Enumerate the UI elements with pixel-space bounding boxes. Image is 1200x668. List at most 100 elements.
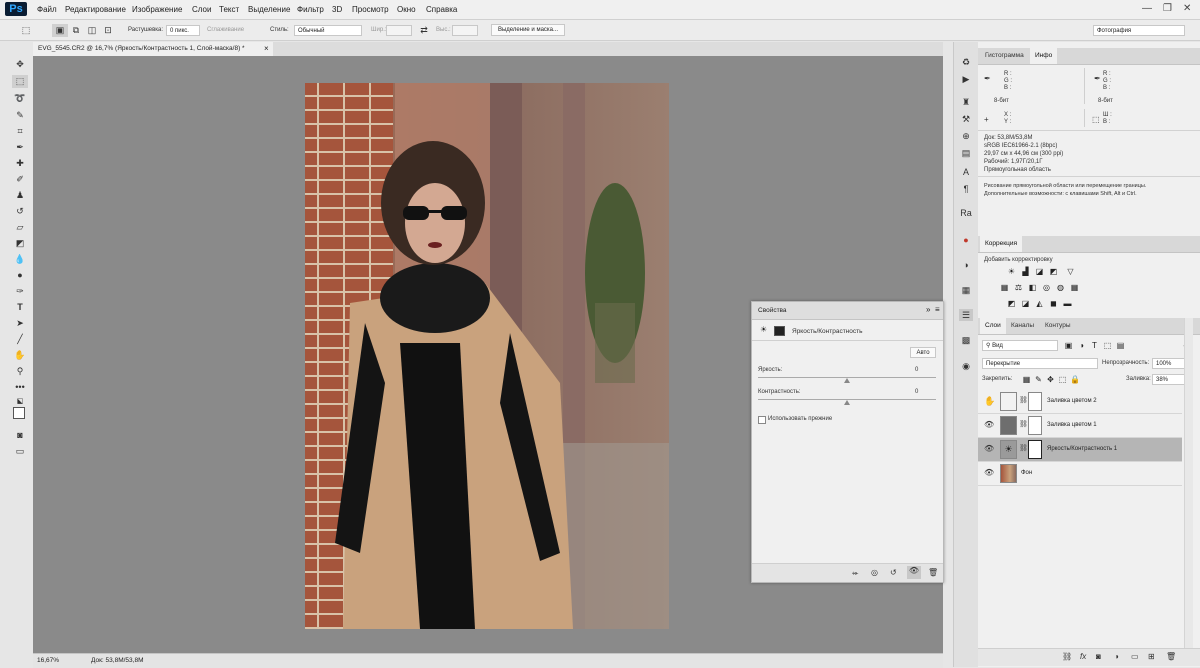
restore-button[interactable]: ❐ — [1163, 3, 1172, 14]
layer-filter-select[interactable]: ⚲ Вид — [982, 340, 1058, 351]
hue-saturation-icon[interactable]: ▦ — [1000, 283, 1009, 292]
new-layer-icon[interactable]: ⊞ — [1148, 652, 1155, 661]
crop-tool-icon[interactable]: ⌗ — [12, 125, 28, 138]
tab-layers[interactable]: Слои — [980, 318, 1006, 334]
filter-shape-icon[interactable]: ⬚ — [1103, 341, 1112, 350]
rect-marquee-tool-icon[interactable]: ⬚ — [12, 75, 28, 88]
intersect-selection-icon[interactable]: ⊡ — [100, 24, 116, 37]
exposure-icon[interactable]: ◩ — [1049, 267, 1058, 276]
type-tool-icon[interactable]: T — [12, 301, 28, 314]
collapse-panel-icon[interactable]: » — [926, 305, 930, 314]
menu-layers[interactable]: Слои — [192, 5, 211, 14]
menu-image[interactable]: Изображение — [132, 5, 182, 14]
menu-filter[interactable]: Фильтр — [297, 5, 324, 14]
layer-mask-icon[interactable] — [774, 326, 785, 336]
history-icon[interactable]: ♻ — [959, 56, 973, 68]
layer-row[interactable]: 👁 ⛓ Заливка цветом 1 — [978, 414, 1182, 438]
new-selection-icon[interactable]: ▣ — [52, 24, 68, 37]
menu-text[interactable]: Текст — [219, 5, 239, 14]
subtract-selection-icon[interactable]: ◫ — [84, 24, 100, 37]
document-tab[interactable]: EVG_5545.CR2 @ 16,7% (Яркость/Контрастно… — [33, 42, 273, 56]
reset-icon[interactable]: ↺ — [890, 568, 897, 577]
new-adjustment-icon[interactable]: ◑ — [1114, 652, 1119, 661]
foreground-color-swatch[interactable] — [13, 407, 25, 419]
legacy-checkbox[interactable] — [758, 416, 766, 424]
line-tool-icon[interactable]: ╱ — [12, 333, 28, 346]
menu-edit[interactable]: Редактирование — [65, 5, 126, 14]
hand-tool-icon[interactable]: ✋ — [12, 349, 28, 362]
blur-tool-icon[interactable]: 💧 — [12, 253, 28, 266]
clip-to-layer-icon[interactable]: ⬰ — [852, 568, 858, 578]
vibrance-icon[interactable]: ▽ — [1066, 267, 1075, 276]
menu-window[interactable]: Окно — [397, 5, 416, 14]
lock-transparent-icon[interactable]: ▦ — [1022, 375, 1031, 384]
tool-presets-icon[interactable]: ♜ — [959, 96, 973, 108]
tab-info[interactable]: Инфо — [1030, 48, 1058, 64]
fill-input[interactable]: 38% — [1152, 374, 1186, 385]
eye-icon[interactable]: 👁 — [984, 420, 994, 429]
eye-icon[interactable]: 👁 — [984, 444, 994, 453]
close-window-button[interactable]: ✕ — [1183, 3, 1191, 14]
filter-type-icon[interactable]: T — [1090, 341, 1099, 350]
opacity-input[interactable]: 100% — [1152, 358, 1186, 369]
blend-mode-select[interactable]: Перекрытие — [982, 358, 1098, 369]
link-icon[interactable]: ⛓ — [1019, 396, 1028, 404]
layer-row[interactable]: ✋ ⛓ Заливка цветом 2 — [978, 390, 1182, 414]
tab-histogram[interactable]: Гистограмма — [980, 48, 1029, 64]
layer-mask-thumbnail[interactable] — [1028, 416, 1042, 435]
eye-icon[interactable]: 👁 — [984, 468, 994, 477]
brightness-contrast-icon[interactable]: ☀ — [1007, 267, 1016, 276]
marquee-preset-icon[interactable]: ⬚ — [18, 24, 34, 37]
color-icon[interactable]: ● — [959, 234, 973, 246]
contrast-slider-thumb[interactable] — [844, 400, 850, 405]
brightness-slider-thumb[interactable] — [844, 378, 850, 383]
workspace-select[interactable]: Фотография — [1093, 25, 1185, 36]
levels-icon[interactable]: ▟ — [1021, 267, 1030, 276]
swatches-icon[interactable]: ▤ — [959, 147, 973, 159]
filter-adjustment-icon[interactable]: ◑ — [1077, 341, 1086, 350]
link-layers-icon[interactable]: ⛓ — [1062, 652, 1072, 661]
brightness-value[interactable]: 0 — [915, 367, 918, 373]
menu-view[interactable]: Просмотр — [352, 5, 389, 14]
invert-icon[interactable]: ◩ — [1007, 299, 1016, 308]
posterize-icon[interactable]: ◪ — [1021, 299, 1030, 308]
view-previous-icon[interactable]: ◎ — [871, 568, 878, 577]
layers-scrollbar[interactable] — [1184, 318, 1193, 658]
layer-row[interactable]: 👁 ☀ ⛓ Яркость/Контрастность 1 — [978, 438, 1182, 462]
move-tool-icon[interactable]: ✥ — [12, 58, 28, 71]
layer-name[interactable]: Заливка цветом 1 — [1047, 422, 1097, 428]
color-lookup-icon[interactable]: ▦ — [1070, 283, 1079, 292]
lock-pixels-icon[interactable]: ✎ — [1034, 375, 1043, 384]
quick-mask-icon[interactable]: ◙ — [12, 429, 28, 442]
tab-channels[interactable]: Каналы — [1006, 318, 1039, 334]
swap-icon[interactable]: ⇄ — [416, 24, 432, 37]
more-tools-icon[interactable]: ••• — [12, 381, 28, 394]
zoom-level[interactable]: 16,67% — [37, 657, 59, 664]
history-brush-tool-icon[interactable]: ↺ — [12, 205, 28, 218]
navigator-icon[interactable]: ▦ — [959, 284, 973, 296]
lock-position-icon[interactable]: ✥ — [1046, 375, 1055, 384]
layer-name[interactable]: Фон — [1021, 470, 1032, 476]
new-group-icon[interactable]: ▭ — [1131, 652, 1139, 661]
channel-mixer-icon[interactable]: ◍ — [1056, 283, 1065, 292]
gradient-map-icon[interactable]: ▬ — [1063, 299, 1072, 308]
hand-cursor-icon[interactable]: ✋ — [984, 396, 995, 407]
document-image[interactable] — [305, 83, 669, 629]
color-balance-icon[interactable]: ⚖ — [1014, 283, 1023, 292]
width-input[interactable] — [386, 25, 412, 36]
menu-file[interactable]: Файл — [37, 5, 57, 14]
close-tab-icon[interactable]: × — [264, 42, 269, 56]
filter-pixel-icon[interactable]: ▣ — [1064, 341, 1073, 350]
photo-filter-icon[interactable]: ◎ — [1042, 283, 1051, 292]
add-selection-icon[interactable]: ⧉ — [68, 24, 84, 37]
paragraph-icon[interactable]: ¶ — [959, 183, 973, 195]
screen-mode-icon[interactable]: ▭ — [12, 445, 28, 458]
path-select-tool-icon[interactable]: ➤ — [12, 317, 28, 330]
quick-select-tool-icon[interactable]: ✎ — [12, 109, 28, 122]
properties-strip-icon[interactable]: ☰ — [959, 309, 973, 321]
actions-play-icon[interactable]: ▶ — [959, 73, 973, 85]
styles-icon[interactable]: ◑ — [959, 259, 973, 271]
clone-source-icon[interactable]: ⊕ — [959, 130, 973, 142]
selective-color-icon[interactable]: ◼ — [1049, 299, 1058, 308]
zoom-tool-icon[interactable]: ⚲ — [12, 365, 28, 378]
